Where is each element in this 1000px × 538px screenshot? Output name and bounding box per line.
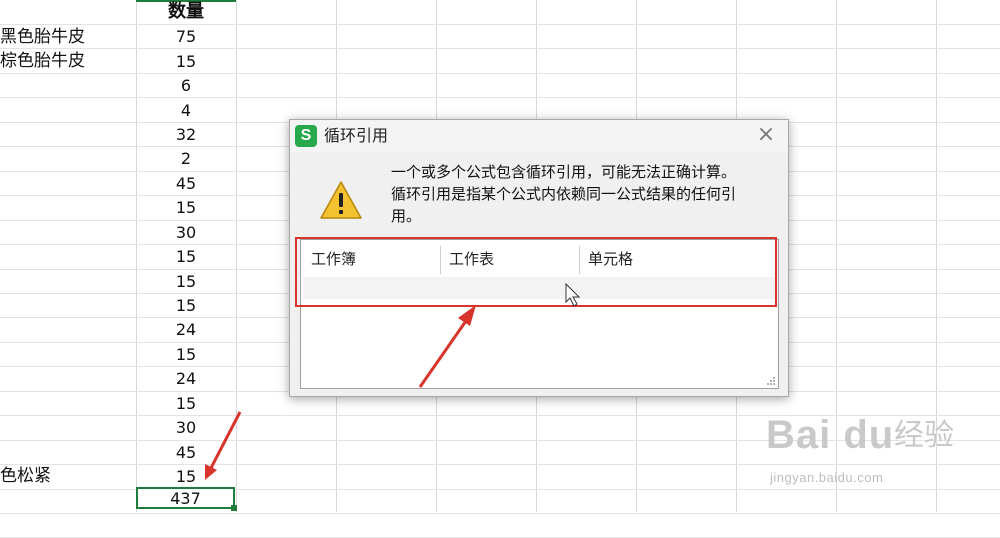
- message-line: 循环引用是指某个公式内依赖同一公式结果的任何引: [391, 185, 737, 203]
- quantity-cell[interactable]: 4: [136, 99, 236, 123]
- quantity-cell[interactable]: 24: [136, 318, 236, 342]
- dialog-message: 一个或多个公式包含循环引用，可能无法正确计算。 循环引用是指某个公式内依赖同一公…: [391, 161, 781, 227]
- watermark-logo: Bai du: [766, 413, 895, 457]
- quantity-cell[interactable]: 15: [136, 196, 236, 220]
- quantity-cell[interactable]: 30: [136, 416, 236, 440]
- quantity-cell[interactable]: 2: [136, 147, 236, 171]
- list-row-empty[interactable]: [303, 277, 776, 299]
- quantity-cell[interactable]: 15: [136, 343, 236, 367]
- product-name-cell[interactable]: 色松紧: [0, 464, 51, 488]
- circular-reference-dialog[interactable]: S 循环引用 × 一个或多个公式包含循环引用，可能无法正确计算。 循环引用是指某…: [289, 119, 789, 397]
- quantity-cell[interactable]: 6: [136, 74, 236, 98]
- quantity-cell[interactable]: 45: [136, 172, 236, 196]
- column-header-worksheet[interactable]: 工作表: [441, 242, 577, 276]
- circular-reference-list[interactable]: 工作簿 工作表 单元格: [300, 239, 779, 389]
- quantity-column-header[interactable]: 数量: [136, 0, 236, 24]
- grid-column-line: [236, 0, 237, 512]
- quantity-cell[interactable]: 24: [136, 367, 236, 391]
- grid-row-line: [0, 513, 1000, 514]
- quantity-cell[interactable]: 30: [136, 221, 236, 245]
- dialog-title-bar[interactable]: S 循环引用 ×: [290, 120, 788, 152]
- dialog-title: 循环引用: [324, 126, 389, 145]
- column-header-workbook[interactable]: 工作簿: [303, 242, 439, 276]
- total-cell-selected[interactable]: 437: [136, 487, 235, 509]
- quantity-cell[interactable]: 32: [136, 123, 236, 147]
- quantity-cell[interactable]: 75: [136, 25, 236, 49]
- message-line: 用。: [391, 207, 422, 225]
- quantity-cell[interactable]: 15: [136, 465, 236, 489]
- quantity-cell[interactable]: 15: [136, 50, 236, 74]
- wps-app-icon: S: [295, 125, 317, 147]
- quantity-cell[interactable]: 15: [136, 270, 236, 294]
- column-header-cell[interactable]: 单元格: [580, 242, 770, 276]
- quantity-cell[interactable]: 15: [136, 392, 236, 416]
- product-name-cell[interactable]: 黑色胎牛皮: [0, 25, 85, 49]
- quantity-cell[interactable]: 15: [136, 245, 236, 269]
- quantity-cell[interactable]: 15: [136, 294, 236, 318]
- watermark-url: jingyan.baidu.com: [770, 470, 884, 485]
- quantity-cell[interactable]: 45: [136, 441, 236, 465]
- resize-grip-icon[interactable]: [766, 376, 776, 386]
- close-button[interactable]: ×: [754, 123, 778, 147]
- baidu-jingyan-watermark: Bai du 经验: [762, 403, 992, 465]
- fill-handle[interactable]: [231, 505, 237, 511]
- watermark-cn: 经验: [894, 418, 954, 453]
- product-name-cell[interactable]: 棕色胎牛皮: [0, 49, 85, 73]
- warning-icon: [320, 181, 362, 219]
- message-line: 一个或多个公式包含循环引用，可能无法正确计算。: [391, 163, 737, 181]
